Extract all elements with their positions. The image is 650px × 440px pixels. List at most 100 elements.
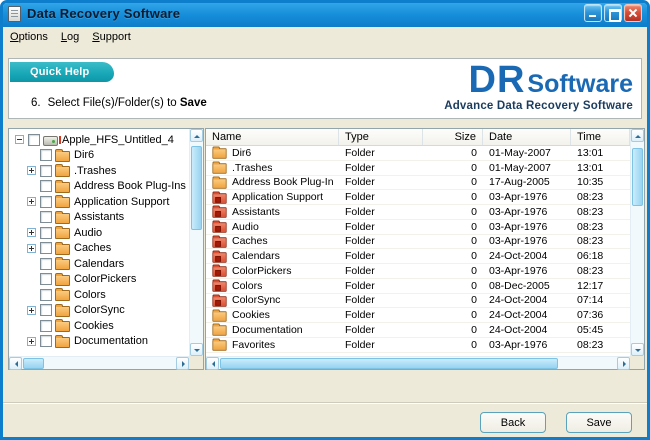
tree-checkbox[interactable]: [40, 196, 52, 208]
folder-icon: [55, 151, 70, 162]
tree-checkbox[interactable]: [40, 211, 52, 223]
tree-item[interactable]: Colors: [27, 287, 189, 303]
tree-checkbox[interactable]: [40, 273, 52, 285]
tree-item[interactable]: ColorSync: [27, 303, 189, 319]
folder-red-icon: [212, 208, 226, 218]
expand-icon[interactable]: [27, 244, 36, 253]
tree-horizontal-scrollbar[interactable]: [9, 356, 189, 369]
table-row[interactable]: FavoritesFolder003-Apr-197608:23: [206, 338, 630, 353]
menu-item-options[interactable]: Options: [10, 31, 48, 43]
table-row[interactable]: Address Book Plug-InsFolder017-Aug-20051…: [206, 176, 630, 191]
table-row[interactable]: Application SupportFolder003-Apr-197608:…: [206, 190, 630, 205]
expand-icon[interactable]: [27, 337, 36, 346]
tree-item[interactable]: Audio: [27, 225, 189, 241]
table-row[interactable]: DocumentationFolder024-Oct-200405:45: [206, 323, 630, 338]
tree-checkbox[interactable]: [40, 149, 52, 161]
scroll-down-icon[interactable]: [190, 343, 203, 356]
folder-icon: [55, 166, 70, 177]
scroll-right-icon[interactable]: [617, 357, 630, 370]
column-header-name[interactable]: Name: [206, 129, 339, 145]
expand-icon[interactable]: [27, 166, 36, 175]
tree-vertical-scrollbar[interactable]: [189, 129, 203, 356]
tree-checkbox[interactable]: [40, 165, 52, 177]
tree-checkbox[interactable]: [40, 289, 52, 301]
cell-date: 24-Oct-2004: [483, 249, 571, 263]
table-hscroll-thumb[interactable]: [220, 358, 558, 369]
cell-size: 0: [423, 279, 483, 293]
table-row[interactable]: CachesFolder003-Apr-197608:23: [206, 235, 630, 250]
folder-icon: [55, 290, 70, 301]
tree-item[interactable]: Caches: [27, 241, 189, 257]
tree-checkbox[interactable]: [40, 320, 52, 332]
save-button[interactable]: Save: [566, 412, 632, 433]
menu-item-log[interactable]: Log: [61, 31, 79, 43]
table-row[interactable]: Dir6Folder001-May-200713:01: [206, 146, 630, 161]
cell-size: 0: [423, 294, 483, 308]
expand-icon[interactable]: [27, 228, 36, 237]
table-row[interactable]: AudioFolder003-Apr-197608:23: [206, 220, 630, 235]
cell-size: 0: [423, 249, 483, 263]
scroll-up-icon[interactable]: [631, 129, 644, 142]
tree-checkbox[interactable]: [40, 180, 52, 192]
close-icon[interactable]: [624, 4, 642, 22]
minimize-icon[interactable]: [584, 4, 602, 22]
tree-item[interactable]: Documentation: [27, 334, 189, 350]
table-vertical-scrollbar[interactable]: [630, 129, 644, 356]
app-window: Data Recovery Software OptionsLogSupport…: [0, 0, 650, 440]
tree-item[interactable]: Dir6: [27, 148, 189, 164]
table-vscroll-thumb[interactable]: [632, 148, 643, 206]
table-row[interactable]: CookiesFolder024-Oct-200407:36: [206, 308, 630, 323]
scroll-up-icon[interactable]: [190, 129, 203, 142]
tree-hscroll-thumb[interactable]: [23, 358, 44, 369]
cell-type: Folder: [339, 323, 423, 337]
maximize-icon[interactable]: [604, 4, 622, 22]
scroll-left-icon[interactable]: [206, 357, 219, 370]
cell-type: Folder: [339, 308, 423, 322]
scroll-corner: [630, 356, 644, 369]
tree-item[interactable]: Application Support: [27, 194, 189, 210]
cell-name: Favorites: [206, 338, 339, 352]
cell-date: 08-Dec-2005: [483, 279, 571, 293]
scroll-right-icon[interactable]: [176, 357, 189, 370]
tree-item[interactable]: .Trashes: [27, 163, 189, 179]
table-row[interactable]: .TrashesFolder001-May-200713:01: [206, 161, 630, 176]
cell-date: 03-Apr-1976: [483, 338, 571, 352]
tree-checkbox[interactable]: [40, 242, 52, 254]
tree-checkbox[interactable]: [40, 304, 52, 316]
back-button[interactable]: Back: [480, 412, 546, 433]
menu-item-support[interactable]: Support: [92, 31, 131, 43]
scroll-left-icon[interactable]: [9, 357, 22, 370]
table-row[interactable]: ColorSyncFolder024-Oct-200407:14: [206, 294, 630, 309]
cell-time: 08:23: [571, 338, 630, 352]
folder-orange-icon: [212, 340, 226, 350]
tree-item[interactable]: Calendars: [27, 256, 189, 272]
expand-icon[interactable]: [27, 306, 36, 315]
cell-type: Folder: [339, 190, 423, 204]
column-header-size[interactable]: Size: [423, 129, 483, 145]
table-row[interactable]: ColorPickersFolder003-Apr-197608:23: [206, 264, 630, 279]
tree-checkbox[interactable]: [40, 227, 52, 239]
file-name: ColorSync: [232, 294, 280, 306]
tree-vscroll-thumb[interactable]: [191, 146, 202, 230]
tree-item[interactable]: Cookies: [27, 318, 189, 334]
file-name: Cookies: [232, 309, 270, 321]
scroll-down-icon[interactable]: [631, 343, 644, 356]
tree-checkbox[interactable]: [40, 258, 52, 270]
table-horizontal-scrollbar[interactable]: [206, 356, 630, 369]
table-row[interactable]: CalendarsFolder024-Oct-200406:18: [206, 249, 630, 264]
collapse-icon[interactable]: [15, 135, 24, 144]
cell-date: 03-Apr-1976: [483, 235, 571, 249]
table-row[interactable]: AssistantsFolder003-Apr-197608:23: [206, 205, 630, 220]
tree-item[interactable]: ColorPickers: [27, 272, 189, 288]
table-row[interactable]: ColorsFolder008-Dec-200512:17: [206, 279, 630, 294]
tree-checkbox[interactable]: [28, 134, 40, 146]
menu-bar: Options Log Support: [3, 27, 647, 46]
tree-item[interactable]: Assistants: [27, 210, 189, 226]
column-header-time[interactable]: Time: [571, 129, 630, 145]
expand-icon[interactable]: [27, 197, 36, 206]
tree-root-item[interactable]: Apple_HFS_Untitled_4: [15, 132, 189, 148]
tree-checkbox[interactable]: [40, 335, 52, 347]
tree-item[interactable]: Address Book Plug-Ins: [27, 179, 189, 195]
column-header-type[interactable]: Type: [339, 129, 423, 145]
column-header-date[interactable]: Date: [483, 129, 571, 145]
